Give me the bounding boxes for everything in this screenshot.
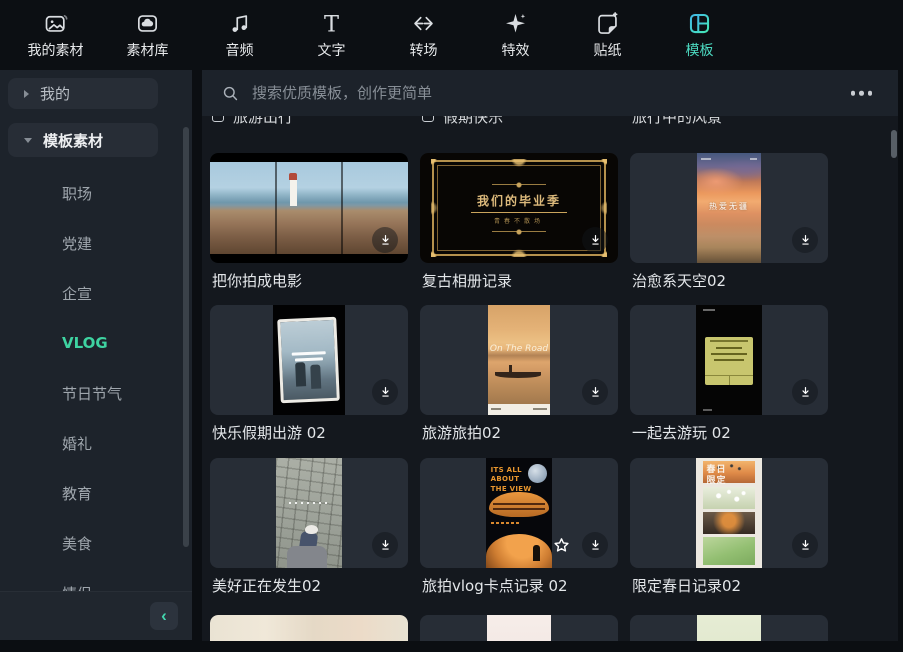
sidebar-category-workplace[interactable]: 职场: [0, 168, 182, 218]
nav-item-sticker[interactable]: 贴纸: [571, 9, 644, 70]
template-card[interactable]: [210, 458, 408, 568]
sidebar-category-list: 职场党建企宣VLOG节日节气婚礼教育美食情侣: [0, 168, 182, 618]
template-thumbnail: [487, 615, 551, 641]
more-options-button[interactable]: [847, 87, 877, 100]
favorite-star-icon[interactable]: [548, 532, 574, 558]
sidebar-item-label: 模板素材: [43, 130, 103, 151]
sidebar-scrollbar[interactable]: [183, 127, 189, 547]
nav-item-template[interactable]: 模板: [663, 9, 736, 70]
template-title: 限定春日记录02: [632, 575, 826, 595]
nav-item-audio[interactable]: 音频: [203, 9, 276, 70]
template-card[interactable]: [630, 615, 828, 641]
nav-item-transition[interactable]: 转场: [387, 9, 460, 70]
template-thumbnail: 热爱无疆: [697, 153, 761, 263]
nav-item-effects[interactable]: 特效: [479, 9, 552, 70]
library-icon: [134, 9, 162, 37]
sidebar-item-label: 我的: [40, 83, 70, 104]
sticker-icon: [594, 9, 622, 37]
top-nav: 我的素材素材库音频 T文字转场特效贴纸模板: [0, 0, 903, 70]
transition-icon: [410, 9, 438, 37]
template-title: 旅拍vlog卡点记录 02: [422, 575, 616, 595]
download-button[interactable]: [792, 532, 818, 558]
chevron-right-icon: [24, 90, 29, 98]
thumbnail-text: ITS ALL ABOUT THE VIEW: [491, 466, 552, 494]
template-title: 快乐假期出游 02: [212, 422, 406, 442]
sidebar-category-food[interactable]: 美食: [0, 518, 182, 568]
sidebar-category-wedding[interactable]: 婚礼: [0, 418, 182, 468]
template-thumbnail: [697, 615, 761, 641]
sidebar-category-vlog[interactable]: VLOG: [0, 318, 182, 368]
sidebar-item-template-assets[interactable]: 模板素材: [8, 123, 158, 157]
template-title: 一起去游玩 02: [632, 422, 826, 442]
search-icon: [222, 85, 239, 102]
template-thumbnail: [273, 305, 345, 415]
thumbnail-text: On The Road: [488, 344, 550, 354]
template-card[interactable]: On The Road: [420, 305, 618, 415]
chevron-left-icon: ‹: [161, 606, 167, 626]
thumbnail-text: 热爱无疆: [697, 201, 761, 212]
template-thumbnail: On The Road: [488, 305, 550, 415]
template-thumbnail: 春日限定: [696, 458, 762, 568]
thumbnail-text: 春日限定: [707, 465, 729, 488]
audio-icon: [226, 9, 254, 37]
content-scrollbar[interactable]: [891, 130, 897, 158]
template-title: 复古相册记录: [422, 270, 616, 290]
template-grid: 旅游出行假期快乐旅行中的风景把你拍成电影复古相册记录我们的毕业季青春不散场治愈系…: [202, 70, 898, 641]
my-assets-icon: [42, 9, 70, 37]
thumbnail-subtext: 青春不散场: [494, 216, 544, 225]
template-panel: 旅游出行假期快乐旅行中的风景把你拍成电影复古相册记录我们的毕业季青春不散场治愈系…: [202, 70, 898, 641]
template-thumbnail: [210, 615, 408, 641]
template-title: 治愈系天空02: [632, 270, 826, 290]
template-card[interactable]: [210, 305, 408, 415]
search-input[interactable]: [250, 83, 898, 103]
sidebar-category-education[interactable]: 教育: [0, 468, 182, 518]
template-title: 旅游旅拍02: [422, 422, 616, 442]
template-title: 美好正在发生02: [212, 575, 406, 595]
template-card[interactable]: 春日限定: [630, 458, 828, 568]
template-card[interactable]: 我们的毕业季青春不散场: [420, 153, 618, 263]
sidebar-category-party-building[interactable]: 党建: [0, 218, 182, 268]
template-card[interactable]: ITS ALL ABOUT THE VIEW: [420, 458, 618, 568]
app-window: 我的素材素材库音频 T文字转场特效贴纸模板 我的 模板素材 职场党建企宣VLOG节…: [0, 0, 903, 652]
template-thumbnail: ITS ALL ABOUT THE VIEW: [486, 458, 552, 568]
template-icon: [686, 9, 714, 37]
thumbnail-text: 我们的毕业季: [471, 192, 567, 213]
template-card[interactable]: [420, 615, 618, 641]
template-card[interactable]: [630, 305, 828, 415]
template-thumbnail: [696, 305, 762, 415]
sidebar: 我的 模板素材 职场党建企宣VLOG节日节气婚礼教育美食情侣 ‹: [0, 70, 192, 640]
download-button[interactable]: [372, 532, 398, 558]
text-icon: T: [318, 9, 346, 37]
svg-text:T: T: [324, 11, 339, 37]
download-button[interactable]: [582, 227, 608, 253]
search-bar: [202, 70, 898, 116]
download-button[interactable]: [792, 379, 818, 405]
template-card[interactable]: [210, 615, 408, 641]
download-button[interactable]: [582, 379, 608, 405]
template-title: 把你拍成电影: [212, 270, 406, 290]
chevron-down-icon: [24, 138, 32, 143]
download-button[interactable]: [792, 227, 818, 253]
download-button[interactable]: [582, 532, 608, 558]
template-card[interactable]: [210, 153, 408, 263]
template-card[interactable]: 热爱无疆: [630, 153, 828, 263]
nav-item-text[interactable]: T文字: [295, 9, 368, 70]
download-button[interactable]: [372, 379, 398, 405]
effects-icon: [502, 9, 530, 37]
nav-item-my-assets[interactable]: 我的素材: [19, 9, 92, 70]
sidebar-category-corporate[interactable]: 企宣: [0, 268, 182, 318]
nav-item-library[interactable]: 素材库: [111, 9, 184, 70]
sidebar-item-mine[interactable]: 我的: [8, 78, 158, 109]
download-button[interactable]: [372, 227, 398, 253]
sidebar-footer: ‹: [0, 591, 192, 640]
template-thumbnail: [276, 458, 342, 568]
sidebar-category-festivals[interactable]: 节日节气: [0, 368, 182, 418]
sidebar-collapse-button[interactable]: ‹: [150, 602, 178, 630]
